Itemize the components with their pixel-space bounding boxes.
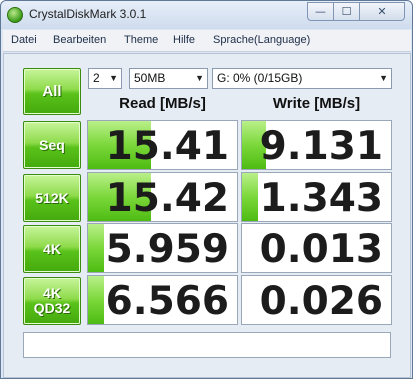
minimize-button[interactable]: —	[307, 2, 334, 21]
test-label: 4K	[43, 240, 61, 257]
512k-button[interactable]: 512K	[23, 174, 81, 222]
menu-bar: Datei Bearbeiten Theme Hilfe Sprache(Lan…	[3, 30, 411, 52]
read-value: 15.42	[105, 176, 229, 221]
512k-write-result: 1.343	[241, 172, 392, 222]
write-value: 0.013	[259, 227, 383, 272]
4k-read-result: 5.959	[87, 223, 238, 273]
app-window: CrystalDiskMark 3.0.1 — ☐ ✕ Datei Bearbe…	[0, 0, 413, 379]
menu-datei[interactable]: Datei	[11, 34, 37, 46]
chevron-down-icon: ▼	[195, 73, 204, 83]
all-button[interactable]: All	[23, 68, 81, 115]
close-button[interactable]: ✕	[359, 2, 405, 21]
seq-write-result: 9.131	[241, 120, 392, 170]
runs-value: 2	[93, 71, 100, 85]
test-label: 512K	[35, 189, 69, 206]
size-value: 50MB	[134, 71, 166, 85]
4k-qd32-button[interactable]: 4K QD32	[23, 277, 81, 325]
test-label: 4K	[43, 285, 61, 302]
4k-qd32-write-result: 0.026	[241, 275, 392, 325]
read-value: 6.566	[105, 279, 229, 324]
512k-read-result: 15.42	[87, 172, 238, 222]
read-header: Read [MB/s]	[119, 95, 206, 112]
app-logo-icon	[7, 7, 23, 23]
write-bar	[242, 173, 259, 221]
maximize-button[interactable]: ☐	[333, 2, 360, 21]
runs-select[interactable]: 2 ▼	[88, 68, 122, 89]
test-label: Seq	[39, 136, 65, 153]
seq-read-result: 15.41	[87, 120, 238, 170]
seq-button[interactable]: Seq	[23, 121, 81, 169]
status-bar	[23, 332, 391, 358]
4k-button[interactable]: 4K	[23, 225, 81, 273]
read-bar	[88, 224, 105, 272]
read-value: 5.959	[105, 227, 229, 272]
all-button-label: All	[42, 82, 62, 100]
write-value: 1.343	[259, 176, 383, 221]
title-bar[interactable]: CrystalDiskMark 3.0.1 — ☐ ✕	[1, 1, 412, 29]
window-title: CrystalDiskMark 3.0.1	[29, 7, 147, 21]
chevron-down-icon: ▼	[109, 73, 118, 83]
read-bar	[88, 276, 105, 324]
read-value: 15.41	[105, 124, 229, 169]
drive-select[interactable]: G: 0% (0/15GB) ▼	[212, 68, 392, 89]
drive-value: G: 0% (0/15GB)	[217, 71, 303, 85]
menu-hilfe[interactable]: Hilfe	[173, 34, 195, 46]
4k-qd32-read-result: 6.566	[87, 275, 238, 325]
4k-write-result: 0.013	[241, 223, 392, 273]
size-select[interactable]: 50MB ▼	[129, 68, 208, 89]
write-value: 0.026	[259, 279, 383, 324]
menu-theme[interactable]: Theme	[124, 34, 158, 46]
menu-sprache[interactable]: Sprache(Language)	[213, 34, 310, 46]
test-sublabel: QD32	[33, 300, 71, 316]
menu-bearbeiten[interactable]: Bearbeiten	[53, 34, 106, 46]
chevron-down-icon: ▼	[379, 73, 388, 83]
write-value: 9.131	[259, 124, 383, 169]
write-header: Write [MB/s]	[272, 95, 361, 112]
